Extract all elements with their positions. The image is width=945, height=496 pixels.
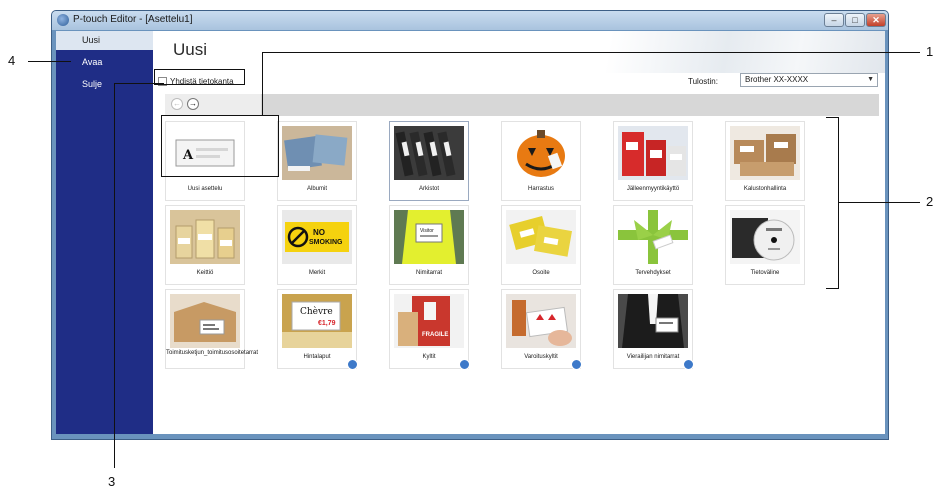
visitor-name-tags-thumbnail bbox=[618, 294, 688, 348]
sidebar-item-open[interactable]: Avaa bbox=[56, 53, 153, 72]
template-tile-signs-2[interactable]: FRAGILE Kyltit bbox=[389, 289, 470, 370]
template-tile-greetings[interactable]: Tervehdykset bbox=[613, 205, 693, 285]
template-tile-visitor-name-tags[interactable]: Vierailijan nimitarrat bbox=[613, 289, 694, 370]
tile-label: Arkistot bbox=[418, 186, 439, 192]
template-tile-retail[interactable]: Jälleenmyyntikäyttö bbox=[613, 121, 693, 201]
template-tile-address[interactable]: Osoite bbox=[501, 205, 581, 285]
sidebar-item-new[interactable]: Uusi bbox=[56, 31, 153, 50]
callout-line-1-vertical bbox=[262, 52, 263, 115]
tile-label: Merkit bbox=[308, 270, 326, 276]
tile-label: Kalustonhallinta bbox=[743, 186, 787, 192]
fragile-text: FRAGILE bbox=[422, 332, 448, 338]
template-tile-hobby[interactable]: Harrastus bbox=[501, 121, 581, 201]
callout-line-1-horizontal bbox=[262, 52, 920, 53]
shipping-thumbnail bbox=[170, 294, 240, 348]
tile-label: Jälleenmyyntikäyttö bbox=[626, 186, 680, 192]
tile-label: Harrastus bbox=[527, 186, 554, 192]
callout-line-3-horizontal bbox=[114, 83, 164, 84]
callout-number-4: 4 bbox=[8, 53, 16, 68]
template-tile-price-tags[interactable]: Chèvre €1,79 Hintalaput bbox=[277, 289, 358, 370]
tile-label: Hintalaput bbox=[303, 354, 331, 360]
tile-label: Albumit bbox=[306, 186, 327, 192]
sidebar-item-close[interactable]: Sulje bbox=[56, 75, 153, 94]
hobby-thumbnail bbox=[506, 126, 576, 180]
tile-label: Nimitarrat bbox=[415, 270, 442, 276]
callout-number-1: 1 bbox=[926, 44, 934, 59]
back-arrow-icon[interactable]: ← bbox=[171, 98, 183, 110]
tile-label: Osoite bbox=[532, 270, 550, 276]
warning-signs-thumbnail bbox=[506, 294, 576, 348]
template-tile-archives[interactable]: Arkistot bbox=[389, 121, 469, 201]
tile-label: Kyltit bbox=[422, 354, 436, 360]
address-thumbnail bbox=[506, 210, 576, 264]
signs-2-thumbnail: FRAGILE bbox=[394, 294, 464, 348]
callout-line-2 bbox=[838, 202, 920, 203]
tile-label: Varoituskyltit bbox=[524, 354, 558, 360]
close-icon: ✕ bbox=[872, 15, 880, 25]
name-tags-thumbnail: Visitor bbox=[394, 210, 464, 264]
template-tile-media[interactable]: Tietoväline bbox=[725, 205, 805, 285]
bracket-templates bbox=[826, 117, 839, 289]
template-tile-kitchen[interactable]: Keittiö bbox=[165, 205, 245, 285]
chevre-text: Chèvre bbox=[300, 306, 333, 317]
callout-number-2: 2 bbox=[926, 194, 934, 209]
navigation-bar: ← → bbox=[165, 94, 879, 116]
signs-thumbnail: NO SMOKING bbox=[282, 210, 352, 264]
callout-line-3-vertical bbox=[114, 83, 115, 468]
albums-thumbnail bbox=[282, 126, 352, 180]
maximize-icon: □ bbox=[852, 15, 858, 25]
tile-label: Toimitusketjun_toimitusosoitetarrat bbox=[166, 350, 259, 356]
forward-arrow-icon[interactable]: → bbox=[187, 98, 199, 110]
minimize-button[interactable]: – bbox=[824, 13, 844, 27]
archives-thumbnail bbox=[394, 126, 464, 180]
callout-line-4 bbox=[28, 61, 71, 62]
no-smoking-text-2: SMOKING bbox=[309, 239, 343, 246]
nav-buttons: ← → bbox=[165, 94, 261, 116]
printer-select[interactable]: Brother XX-XXXX ▼ bbox=[740, 73, 878, 87]
close-button[interactable]: ✕ bbox=[866, 13, 886, 27]
price-text: €1,79 bbox=[318, 320, 336, 327]
visitor-text: Visitor bbox=[420, 228, 434, 234]
maximize-button[interactable]: □ bbox=[845, 13, 865, 27]
chevron-down-icon: ▼ bbox=[867, 76, 874, 83]
price-tags-thumbnail: Chèvre €1,79 bbox=[282, 294, 352, 348]
callout-number-3: 3 bbox=[108, 474, 116, 489]
tile-label: Uusi asettelu bbox=[187, 186, 223, 192]
template-tile-warning-signs[interactable]: Varoituskyltit bbox=[501, 289, 582, 370]
template-tile-asset-management[interactable]: Kalustonhallinta bbox=[725, 121, 805, 201]
tile-label: Vierailijan nimitarrat bbox=[626, 354, 680, 360]
window-title: P-touch Editor - [Asettelu1] bbox=[73, 14, 193, 25]
sidebar: Uusi Avaa Sulje bbox=[56, 31, 153, 434]
tile-label: Tietoväline bbox=[750, 270, 780, 276]
template-tile-signs[interactable]: NO SMOKING Merkit bbox=[277, 205, 357, 285]
no-smoking-text-1: NO bbox=[313, 228, 325, 237]
template-tile-name-tags[interactable]: Visitor Nimitarrat bbox=[389, 205, 469, 285]
greetings-thumbnail bbox=[618, 210, 688, 264]
highlight-frame-new-layout bbox=[161, 115, 279, 177]
page-title: Uusi bbox=[173, 40, 208, 59]
template-tile-shipping[interactable]: Toimitusketjun_toimitusosoitetarrat bbox=[165, 289, 259, 369]
tile-label: Keittiö bbox=[196, 270, 214, 276]
media-thumbnail bbox=[730, 210, 800, 264]
minimize-icon: – bbox=[831, 15, 837, 25]
title-bar[interactable]: P-touch Editor - [Asettelu1] – □ ✕ bbox=[52, 11, 888, 30]
retail-thumbnail bbox=[618, 126, 688, 180]
printer-value: Brother XX-XXXX bbox=[745, 75, 809, 84]
asset-management-thumbnail bbox=[730, 126, 800, 180]
printer-label: Tulostin: bbox=[688, 77, 718, 86]
app-icon bbox=[57, 14, 69, 26]
highlight-frame-database bbox=[154, 69, 245, 85]
template-tile-albums[interactable]: Albumit bbox=[277, 121, 357, 201]
kitchen-thumbnail bbox=[170, 210, 240, 264]
tile-label: Tervehdykset bbox=[635, 270, 671, 276]
